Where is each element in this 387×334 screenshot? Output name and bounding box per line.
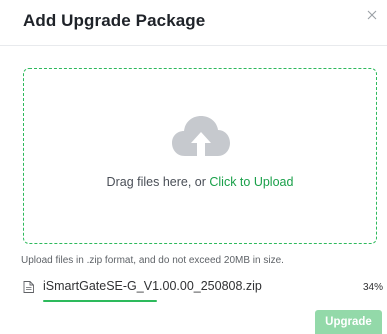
upgrade-button[interactable]: Upgrade: [315, 310, 382, 334]
uploaded-file-item: iSmartGateSE-G_V1.00.00_250808.zip 34%: [23, 276, 387, 306]
dropzone-hint: Drag files here, or: [106, 175, 210, 189]
upload-progress-bar: [43, 300, 378, 302]
dropzone-text: Drag files here, or Click to Upload: [24, 175, 376, 189]
document-icon: [23, 281, 34, 293]
upload-dropzone[interactable]: Drag files here, or Click to Upload: [23, 68, 377, 244]
upload-tip: Upload files in .zip format, and do not …: [21, 255, 284, 266]
upload-percent: 34%: [362, 282, 383, 293]
dialog-title: Add Upgrade Package: [23, 11, 206, 30]
file-name: iSmartGateSE-G_V1.00.00_250808.zip: [43, 279, 262, 293]
cloud-upload-icon: [171, 114, 231, 158]
upload-progress-fill: [43, 300, 157, 302]
upgrade-dialog: Add Upgrade Package Drag files here, or …: [0, 0, 387, 334]
dialog-header: Add Upgrade Package: [0, 0, 387, 46]
close-icon[interactable]: [365, 8, 379, 22]
click-to-upload-link[interactable]: Click to Upload: [209, 175, 293, 189]
